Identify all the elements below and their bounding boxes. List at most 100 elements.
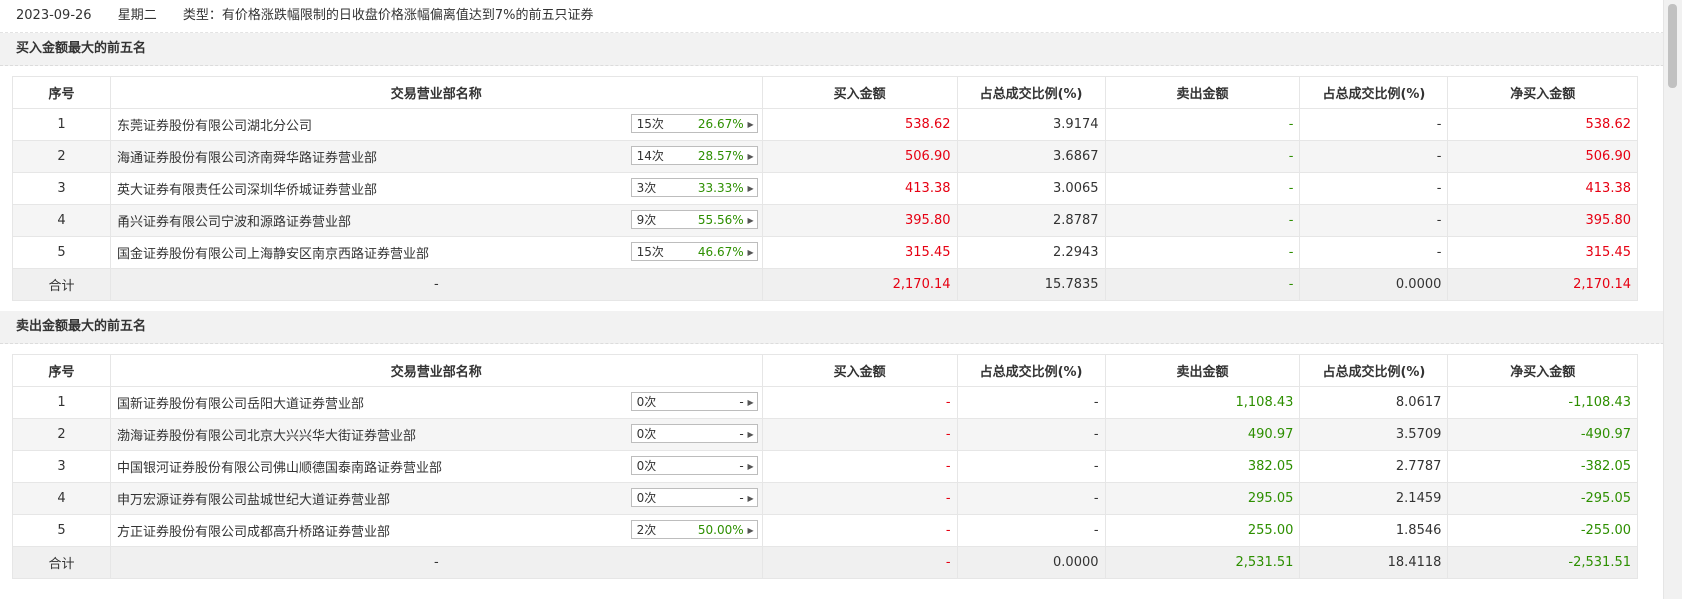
sell-ratio: - xyxy=(1299,140,1449,173)
history-dropdown[interactable]: 0次 - ▶ xyxy=(630,392,758,411)
win-rate: - xyxy=(739,427,744,441)
col-sell-pct: 占总成交比例(%) xyxy=(1299,76,1449,109)
total-buy-ratio: 0.0000 xyxy=(956,546,1106,579)
branch-name-link[interactable]: 渤海证券股份有限公司北京大兴兴华大街证券营业部 xyxy=(117,425,416,444)
sell-ratio: - xyxy=(1299,172,1449,205)
win-rate: 33.33% xyxy=(697,181,744,195)
branch-name-link[interactable]: 国新证券股份有限公司岳阳大道证券营业部 xyxy=(117,393,364,412)
branch-name-cell: 海通证券股份有限公司济南舜华路证券营业部 14次 28.57% ▶ xyxy=(109,140,763,173)
buy-ratio: - xyxy=(956,418,1106,451)
total-net-buy-amount: -2,531.51 xyxy=(1447,546,1638,579)
buy-ratio: - xyxy=(956,450,1106,483)
vertical-scrollbar[interactable] xyxy=(1663,0,1682,599)
history-dropdown[interactable]: 0次 - ▶ xyxy=(630,456,758,475)
branch-name-link[interactable]: 海通证券股份有限公司济南舜华路证券营业部 xyxy=(117,147,377,166)
win-rate: - xyxy=(739,491,744,505)
col-seq: 序号 xyxy=(12,76,111,109)
sell-ratio: 1.8546 xyxy=(1299,514,1449,547)
listing-count: 15次 xyxy=(636,117,664,131)
table-row: 4 甬兴证券有限公司宁波和源路证券营业部 9次 55.56% ▶ 395.80 2.8787… xyxy=(12,204,1638,237)
buy-ratio: 2.2943 xyxy=(956,236,1106,269)
history-dropdown[interactable]: 0次 - ▶ xyxy=(630,424,758,443)
sell-amount: 295.05 xyxy=(1104,482,1301,515)
history-dropdown[interactable]: 14次 28.57% ▶ xyxy=(630,146,758,165)
total-sell-ratio: 18.4118 xyxy=(1299,546,1449,579)
trade-date: 2023-09-26 xyxy=(16,8,92,23)
col-buy: 买入金额 xyxy=(761,354,958,387)
branch-name-link[interactable]: 方正证券股份有限公司成都高升桥路证券营业部 xyxy=(117,521,390,540)
sell-amount: - xyxy=(1104,236,1301,269)
sell-amount: 382.05 xyxy=(1104,450,1301,483)
net-buy-amount: -255.00 xyxy=(1447,514,1638,547)
listing-count: 0次 xyxy=(636,459,657,473)
table-row: 2 渤海证券股份有限公司北京大兴兴华大街证券营业部 0次 - ▶ - -490.97 3.57… xyxy=(12,418,1638,451)
total-sell-amount: 2,531.51 xyxy=(1104,546,1301,579)
total-row: 合计 -2,170.14 15.7835-0.0000 2,170.14 xyxy=(12,268,1638,301)
net-buy-amount: -382.05 xyxy=(1447,450,1638,483)
sell-ratio: 2.7787 xyxy=(1299,450,1449,483)
sell-amount: 255.00 xyxy=(1104,514,1301,547)
net-buy-amount: 538.62 xyxy=(1447,108,1638,141)
win-rate: 46.67% xyxy=(697,245,744,259)
net-buy-amount: 413.38 xyxy=(1447,172,1638,205)
branch-name-link[interactable]: 申万宏源证券有限公司盐城世纪大道证券营业部 xyxy=(117,489,390,508)
buy-section-title: 买入金额最大的前五名 xyxy=(0,33,1664,66)
branch-name-cell: 方正证券股份有限公司成都高升桥路证券营业部 2次 50.00% ▶ xyxy=(109,514,763,547)
sell-amount: - xyxy=(1104,140,1301,173)
history-dropdown[interactable]: 15次 46.67% ▶ xyxy=(630,242,758,261)
buy-amount: 506.90 xyxy=(761,140,958,173)
table-row: 5 方正证券股份有限公司成都高升桥路证券营业部 2次 50.00% ▶ - -255.00 1… xyxy=(12,514,1638,547)
table-row: 5 国金证券股份有限公司上海静安区南京西路证券营业部 15次 46.67% ▶ 315.4… xyxy=(12,236,1638,269)
branch-name-link[interactable]: 英大证券有限责任公司深圳华侨城证券营业部 xyxy=(117,179,377,198)
col-name: 交易营业部名称 xyxy=(109,76,763,109)
branch-name-cell: 甬兴证券有限公司宁波和源路证券营业部 9次 55.56% ▶ xyxy=(109,204,763,237)
history-dropdown[interactable]: 2次 50.00% ▶ xyxy=(630,520,758,539)
net-buy-amount: -295.05 xyxy=(1447,482,1638,515)
header-line: 2023-09-26 星期二 类型：有价格涨跌幅限制的日收盘价格涨幅偏离值达到7… xyxy=(0,0,1664,33)
triangle-right-icon: ▶ xyxy=(747,248,754,257)
listing-count: 3次 xyxy=(636,181,657,195)
col-seq: 序号 xyxy=(12,354,111,387)
seq-cell: 4 xyxy=(12,204,111,237)
buy-amount: 413.38 xyxy=(761,172,958,205)
branch-name-cell: 东莞证券股份有限公司湖北分公司 15次 26.67% ▶ xyxy=(109,108,763,141)
buy-ratio: - xyxy=(956,482,1106,515)
net-buy-amount: 395.80 xyxy=(1447,204,1638,237)
triangle-right-icon: ▶ xyxy=(747,152,754,161)
seq-cell: 5 xyxy=(12,514,111,547)
sell-amount: - xyxy=(1104,108,1301,141)
branch-name-link[interactable]: 国金证券股份有限公司上海静安区南京西路证券营业部 xyxy=(117,243,429,262)
buy-amount: - xyxy=(761,418,958,451)
history-dropdown[interactable]: 9次 55.56% ▶ xyxy=(630,210,758,229)
table-row: 2 海通证券股份有限公司济南舜华路证券营业部 14次 28.57% ▶ 506.90 3.6… xyxy=(12,140,1638,173)
triangle-right-icon: ▶ xyxy=(747,184,754,193)
buy-amount: - xyxy=(761,514,958,547)
triangle-right-icon: ▶ xyxy=(747,120,754,129)
triangle-right-icon: ▶ xyxy=(747,216,754,225)
win-rate: 50.00% xyxy=(697,523,744,537)
buy-amount: 538.62 xyxy=(761,108,958,141)
listing-count: 0次 xyxy=(636,427,657,441)
branch-name-link[interactable]: 中国银河证券股份有限公司佛山顺德国泰南路证券营业部 xyxy=(117,457,442,476)
buy-amount: 315.45 xyxy=(761,236,958,269)
history-dropdown[interactable]: 0次 - ▶ xyxy=(630,488,758,507)
branch-name-cell: 申万宏源证券有限公司盐城世纪大道证券营业部 0次 - ▶ xyxy=(109,482,763,515)
table-header-row: 序号 交易营业部名称 买入金额 占总成交比例(%) 卖出金额 占总成交比例(%)… xyxy=(12,354,1638,387)
win-rate: 28.57% xyxy=(697,149,744,163)
listing-count: 14次 xyxy=(636,149,664,163)
branch-name-cell: 国金证券股份有限公司上海静安区南京西路证券营业部 15次 46.67% ▶ xyxy=(109,236,763,269)
total-buy-ratio: 15.7835 xyxy=(956,268,1106,301)
col-net: 净买入金额 xyxy=(1447,76,1638,109)
sell-amount: - xyxy=(1104,204,1301,237)
history-dropdown[interactable]: 15次 26.67% ▶ xyxy=(630,114,758,133)
branch-name-link[interactable]: 东莞证券股份有限公司湖北分公司 xyxy=(117,115,312,134)
scrollbar-thumb[interactable] xyxy=(1668,4,1677,88)
seq-cell: 5 xyxy=(12,236,111,269)
history-dropdown[interactable]: 3次 33.33% ▶ xyxy=(630,178,758,197)
branch-name-link[interactable]: 甬兴证券有限公司宁波和源路证券营业部 xyxy=(117,211,351,230)
col-name: 交易营业部名称 xyxy=(109,354,763,387)
col-sell-pct: 占总成交比例(%) xyxy=(1299,354,1449,387)
net-buy-amount: -490.97 xyxy=(1447,418,1638,451)
buy-table: 序号 交易营业部名称 买入金额 占总成交比例(%) 卖出金额 占总成交比例(%)… xyxy=(12,76,1638,301)
net-buy-amount: 506.90 xyxy=(1447,140,1638,173)
